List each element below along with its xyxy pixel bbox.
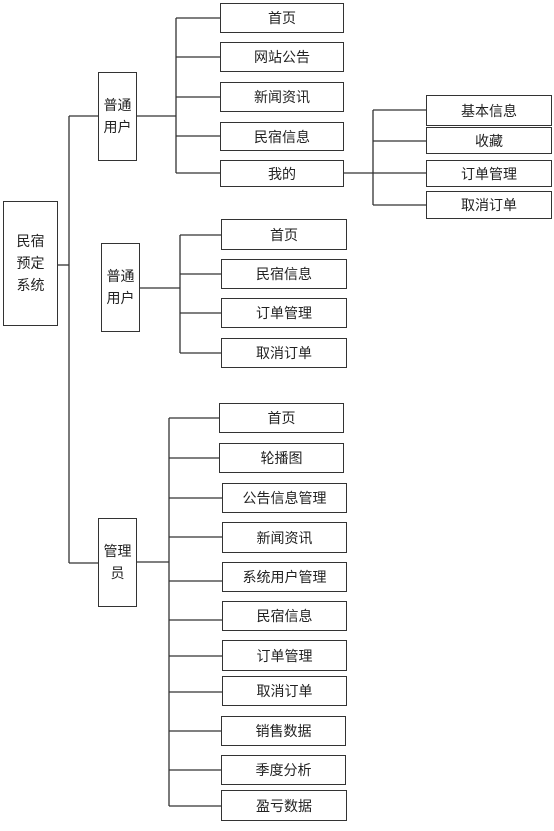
group-node-user-1: 普通 用户 xyxy=(98,72,137,161)
group-label-line: 员 xyxy=(110,565,125,582)
admin-item: 销售数据 xyxy=(221,716,346,746)
submenu-item: 订单管理 xyxy=(426,160,552,187)
group-label-line: 管理 xyxy=(103,543,132,560)
group-label-line: 普通 xyxy=(106,268,135,285)
user1-item: 民宿信息 xyxy=(220,122,344,151)
admin-item: 取消订单 xyxy=(222,676,347,706)
root-node: 民宿 预定 系统 xyxy=(3,201,58,326)
admin-item: 季度分析 xyxy=(221,755,346,785)
user2-item: 民宿信息 xyxy=(221,259,347,289)
admin-item: 轮播图 xyxy=(219,443,344,473)
group-label-line: 普通 xyxy=(103,97,132,114)
submenu-item: 基本信息 xyxy=(426,95,552,126)
user2-item: 取消订单 xyxy=(221,338,347,368)
submenu-item: 取消订单 xyxy=(426,191,552,219)
user2-item: 订单管理 xyxy=(221,298,347,328)
admin-item: 民宿信息 xyxy=(222,601,347,631)
group-label-line: 用户 xyxy=(106,290,135,307)
root-label-line: 系统 xyxy=(16,277,45,294)
admin-item: 盈亏数据 xyxy=(221,790,347,821)
submenu-item: 收藏 xyxy=(426,127,552,154)
admin-item: 新闻资讯 xyxy=(222,522,347,553)
admin-item: 首页 xyxy=(219,403,344,433)
root-label-line: 民宿 xyxy=(16,233,45,250)
user1-item: 首页 xyxy=(220,3,344,33)
group-label-line: 用户 xyxy=(103,119,132,136)
user1-item-mine: 我的 xyxy=(220,160,344,187)
admin-item: 公告信息管理 xyxy=(222,483,347,513)
group-node-user-2: 普通 用户 xyxy=(101,243,140,332)
root-label-line: 预定 xyxy=(16,255,45,272)
admin-item: 系统用户管理 xyxy=(222,562,347,592)
admin-item: 订单管理 xyxy=(222,640,347,671)
user2-item: 首页 xyxy=(221,219,347,250)
group-node-admin: 管理 员 xyxy=(98,518,137,607)
user1-item: 网站公告 xyxy=(220,42,344,72)
user1-item: 新闻资讯 xyxy=(220,82,344,112)
